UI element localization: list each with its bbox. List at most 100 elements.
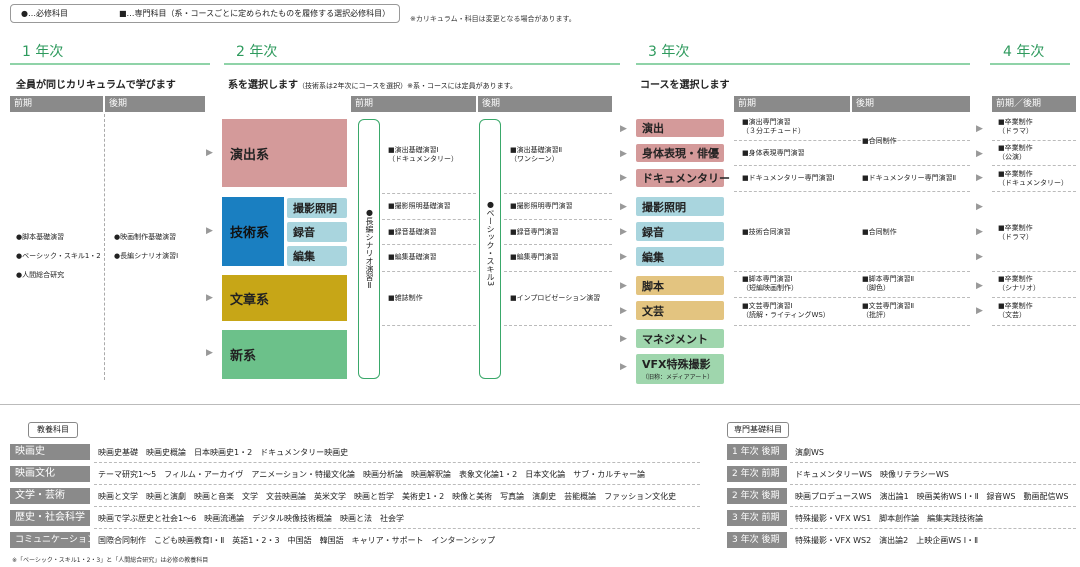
curriculum-notice: ※カリキュラム・科目は変更となる場合があります。 bbox=[410, 15, 576, 23]
row-separator bbox=[94, 528, 700, 529]
y4-tech-drama: ■卒業制作 （ドラマ） bbox=[998, 224, 1033, 242]
row-separator bbox=[734, 297, 970, 298]
y4-scenario: ■卒業制作 （シナリオ） bbox=[998, 275, 1040, 293]
year-1-line bbox=[10, 63, 210, 65]
dept-tech: 技術系 bbox=[222, 197, 284, 266]
y3-second-item: ■合同制作 bbox=[862, 228, 897, 236]
bar-basic-skill-text: ●ベーシック・スキル3 bbox=[486, 200, 495, 287]
arrow-right-icon: ▶ bbox=[976, 202, 983, 212]
y3-first-term-header: 前期 bbox=[734, 96, 850, 112]
row-separator bbox=[504, 325, 612, 326]
general-category: 文学・芸術 bbox=[10, 488, 90, 504]
y3-first-item: （３分エチュード） bbox=[742, 127, 805, 135]
heading-year2: 系を選択します（技術系は2年次にコースを選択）※系・コースには定員があります。 bbox=[228, 76, 517, 91]
basic-items: 映画プロデュースWS 演出論1 映画美術WS Ⅰ・Ⅱ 録音WS 動画配信WS bbox=[795, 492, 1069, 501]
course-camera: 撮影照明 bbox=[636, 197, 724, 216]
dept-new: 新系 bbox=[222, 330, 347, 379]
legend-required: ●…必修科目 bbox=[21, 9, 68, 18]
y4-item: ■卒業制作 bbox=[998, 224, 1033, 232]
y4-documentary: ■卒業制作 （ドキュメンタリー） bbox=[998, 170, 1068, 188]
course-literature: 文芸 bbox=[636, 301, 724, 320]
row-separator bbox=[504, 271, 612, 272]
y4-literature: ■卒業制作 （文芸） bbox=[998, 302, 1033, 320]
basic-items: 演劇WS bbox=[795, 448, 824, 457]
general-items: 映画史基礎 映画史概論 日本映画史1・2 ドキュメンタリー映画史 bbox=[98, 448, 349, 457]
basic-term: 3 年次 後期 bbox=[727, 532, 787, 548]
arrow-right-icon: ▶ bbox=[976, 252, 983, 262]
row-separator bbox=[790, 528, 1076, 529]
y2-first-direction: ■演出基礎演習Ⅰ （ドキュメンタリー） bbox=[388, 146, 458, 164]
course-vfx-label: VFX特殊撮影 bbox=[642, 358, 711, 371]
general-category: コミュニケーション bbox=[10, 532, 96, 548]
basic-term: 2 年次 後期 bbox=[727, 488, 787, 504]
course-direction: 演出 bbox=[636, 119, 724, 137]
y3-first-item: ■ドキュメンタリー専門演習Ⅰ bbox=[742, 174, 835, 182]
y2-first-item: ■編集基礎演習 bbox=[388, 253, 437, 261]
basic-items: ドキュメンタリーWS 映像リテラシーWS bbox=[795, 470, 949, 479]
year-4-line bbox=[990, 63, 1070, 65]
y2-second-item: ■録音専門演習 bbox=[510, 228, 559, 236]
general-category: 歴史・社会科学 bbox=[10, 510, 90, 526]
y4-item: （文芸） bbox=[998, 311, 1026, 319]
basic-term: 2 年次 前期 bbox=[727, 466, 787, 482]
row-separator bbox=[992, 140, 1076, 141]
year-1-label: 1 年次 bbox=[22, 44, 64, 60]
arrow-right-icon: ▶ bbox=[206, 293, 213, 303]
y4-item: ■卒業制作 bbox=[998, 302, 1033, 310]
arrow-right-icon: ▶ bbox=[976, 173, 983, 183]
course-documentary: ドキュメンタリー bbox=[636, 169, 730, 187]
arrow-right-icon: ▶ bbox=[620, 149, 627, 159]
arrow-right-icon: ▶ bbox=[976, 306, 983, 316]
y1-second-list: ●映画制作基礎演習 ●長編シナリオ演習Ⅰ bbox=[114, 228, 178, 266]
row-separator bbox=[94, 484, 700, 485]
y4-drama: ■卒業制作 （ドラマ） bbox=[998, 118, 1033, 136]
y2-first-item: ■演出基礎演習Ⅰ bbox=[388, 146, 439, 154]
row-separator bbox=[734, 325, 970, 326]
course-sound: 録音 bbox=[636, 222, 724, 241]
y2-first-item: ■撮影照明基礎演習 bbox=[388, 202, 451, 210]
section-divider bbox=[0, 404, 1080, 405]
row-separator bbox=[94, 506, 700, 507]
y2-first-item: ■録音基礎演習 bbox=[388, 228, 437, 236]
tech-course-editing: 編集 bbox=[287, 246, 347, 266]
arrow-right-icon: ▶ bbox=[976, 124, 983, 134]
general-items: 国際合同制作 こども映画教育Ⅰ・Ⅱ 英語1・2・3 中国語 韓国語 キャリア・サ… bbox=[98, 536, 496, 545]
row-separator bbox=[504, 219, 612, 220]
bar-long-scenario: ●長編シナリオ演習Ⅱ bbox=[358, 119, 380, 379]
row-separator bbox=[790, 484, 1076, 485]
course-screenwriting: 脚本 bbox=[636, 276, 724, 295]
arrow-right-icon: ▶ bbox=[976, 149, 983, 159]
row-separator bbox=[992, 325, 1076, 326]
y3-second-item: ■合同制作 bbox=[862, 137, 897, 145]
y3-first-item: ■文芸専門演習Ⅰ bbox=[742, 302, 793, 310]
y1-divider bbox=[104, 114, 105, 380]
y3-second-item: ■文芸専門演習Ⅱ bbox=[862, 302, 915, 310]
y2-second-direction: ■演出基礎演習Ⅱ （ワンシーン） bbox=[510, 146, 562, 164]
row-separator bbox=[734, 140, 970, 141]
y4-item: ■卒業制作 bbox=[998, 170, 1033, 178]
arrow-right-icon: ▶ bbox=[620, 281, 627, 291]
heading-year2-main: 系を選択します bbox=[228, 80, 298, 91]
y4-item: （ドラマ） bbox=[998, 127, 1033, 135]
course-vfx-note: （旧称：メディアアート） bbox=[642, 374, 714, 381]
y3-first-item: （読解・ライティングWS） bbox=[742, 311, 830, 319]
tech-course-sound: 録音 bbox=[287, 222, 347, 242]
general-category: 映画文化 bbox=[10, 466, 90, 482]
y2-second-item: （ワンシーン） bbox=[510, 155, 559, 163]
y2-first-item: （ドキュメンタリー） bbox=[388, 155, 458, 163]
year-3-label: 3 年次 bbox=[648, 44, 690, 60]
basic-title: 専門基礎科目 bbox=[727, 422, 789, 438]
y4-item: （シナリオ） bbox=[998, 284, 1040, 292]
basic-term: 3 年次 前期 bbox=[727, 510, 787, 526]
y2-second-item: ■撮影照明専門演習 bbox=[510, 202, 573, 210]
bar-basic-skill: ●ベーシック・スキル3 bbox=[479, 119, 501, 379]
general-items: 映画で学ぶ歴史と社会1～6 映画流通論 デジタル映像技術概論 映画と法 社会学 bbox=[98, 514, 405, 523]
general-title: 教養科目 bbox=[28, 422, 78, 438]
y4-performance: ■卒業制作 （公演） bbox=[998, 144, 1033, 162]
row-separator bbox=[504, 244, 612, 245]
y3-first-item: ■脚本専門演習Ⅰ bbox=[742, 275, 793, 283]
basic-term: 1 年次 後期 bbox=[727, 444, 787, 460]
y3-first-item: ■演出専門演習 bbox=[742, 118, 791, 126]
legend-major: ■…専門科目（系・コースごとに定められたものを履修する選択必修科目） bbox=[119, 9, 391, 18]
row-separator bbox=[734, 165, 970, 166]
